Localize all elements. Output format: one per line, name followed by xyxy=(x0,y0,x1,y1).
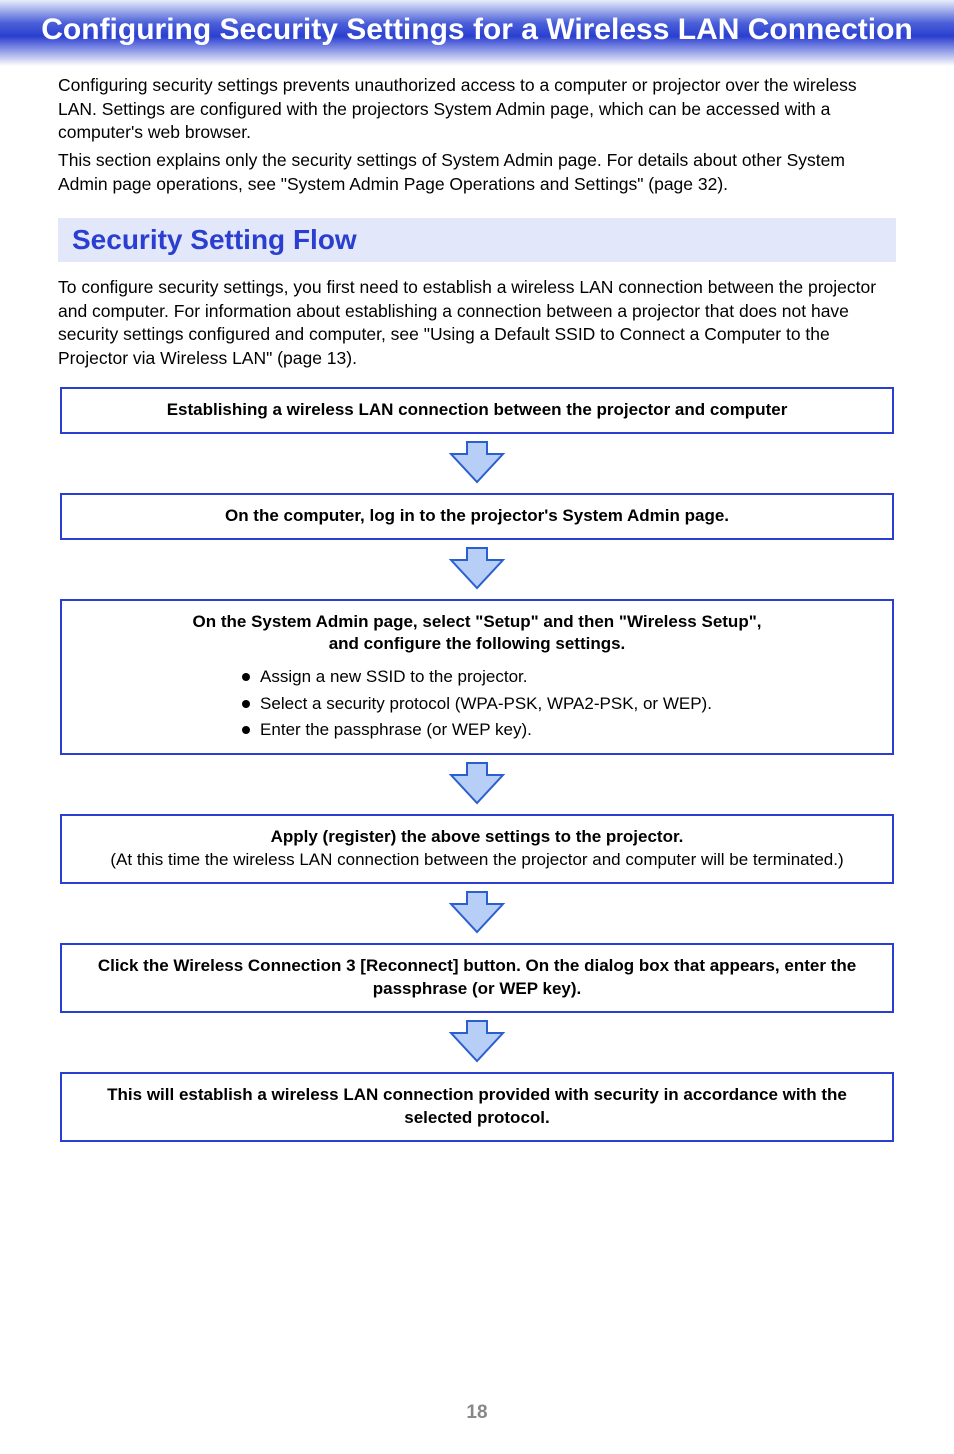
flow-arrow-2 xyxy=(58,540,896,599)
flow-step-3-line1: On the System Admin page, select "Setup"… xyxy=(74,611,880,634)
down-arrow-icon xyxy=(447,1019,507,1063)
page: Configuring Security Settings for a Wire… xyxy=(0,0,954,1454)
flow-arrow-1 xyxy=(58,434,896,493)
section-heading: Security Setting Flow xyxy=(58,218,896,262)
flow-step-6: This will establish a wireless LAN conne… xyxy=(60,1072,894,1142)
bullet-item: Assign a new SSID to the projector. xyxy=(242,664,712,690)
flow-step-3-bullets: Assign a new SSID to the projector. Sele… xyxy=(242,664,712,743)
flow-step-5: Click the Wireless Connection 3 [Reconne… xyxy=(60,943,894,1013)
flow-arrow-3 xyxy=(58,755,896,814)
flow-step-4-sub: (At this time the wireless LAN connectio… xyxy=(74,849,880,872)
content-area: Configuring security settings prevents u… xyxy=(0,66,954,1424)
page-number: 18 xyxy=(58,1402,896,1424)
flow-step-1-text: Establishing a wireless LAN connection b… xyxy=(74,399,880,422)
bullet-item: Select a security protocol (WPA-PSK, WPA… xyxy=(242,691,712,717)
down-arrow-icon xyxy=(447,890,507,934)
intro-paragraph-1: Configuring security settings prevents u… xyxy=(58,74,896,145)
flow-step-5-text: Click the Wireless Connection 3 [Reconne… xyxy=(74,955,880,1001)
page-title: Configuring Security Settings for a Wire… xyxy=(20,12,934,48)
flow-step-4-main: Apply (register) the above settings to t… xyxy=(74,826,880,849)
intro-paragraph-2: This section explains only the security … xyxy=(58,149,896,196)
flow-step-3-line2: and configure the following settings. xyxy=(74,633,880,656)
flow-arrow-4 xyxy=(58,884,896,943)
intro-block: Configuring security settings prevents u… xyxy=(58,74,896,196)
down-arrow-icon xyxy=(447,546,507,590)
flow-step-4: Apply (register) the above settings to t… xyxy=(60,814,894,884)
flow-step-2: On the computer, log in to the projector… xyxy=(60,493,894,540)
flow-step-1: Establishing a wireless LAN connection b… xyxy=(60,387,894,434)
down-arrow-icon xyxy=(447,761,507,805)
flow-step-6-text: This will establish a wireless LAN conne… xyxy=(74,1084,880,1130)
down-arrow-icon xyxy=(447,440,507,484)
section-intro: To configure security settings, you firs… xyxy=(58,276,896,371)
page-title-banner: Configuring Security Settings for a Wire… xyxy=(0,0,954,66)
bullet-item: Enter the passphrase (or WEP key). xyxy=(242,717,712,743)
flow-step-3: On the System Admin page, select "Setup"… xyxy=(60,599,894,756)
flow-arrow-5 xyxy=(58,1013,896,1072)
flow-step-2-text: On the computer, log in to the projector… xyxy=(74,505,880,528)
